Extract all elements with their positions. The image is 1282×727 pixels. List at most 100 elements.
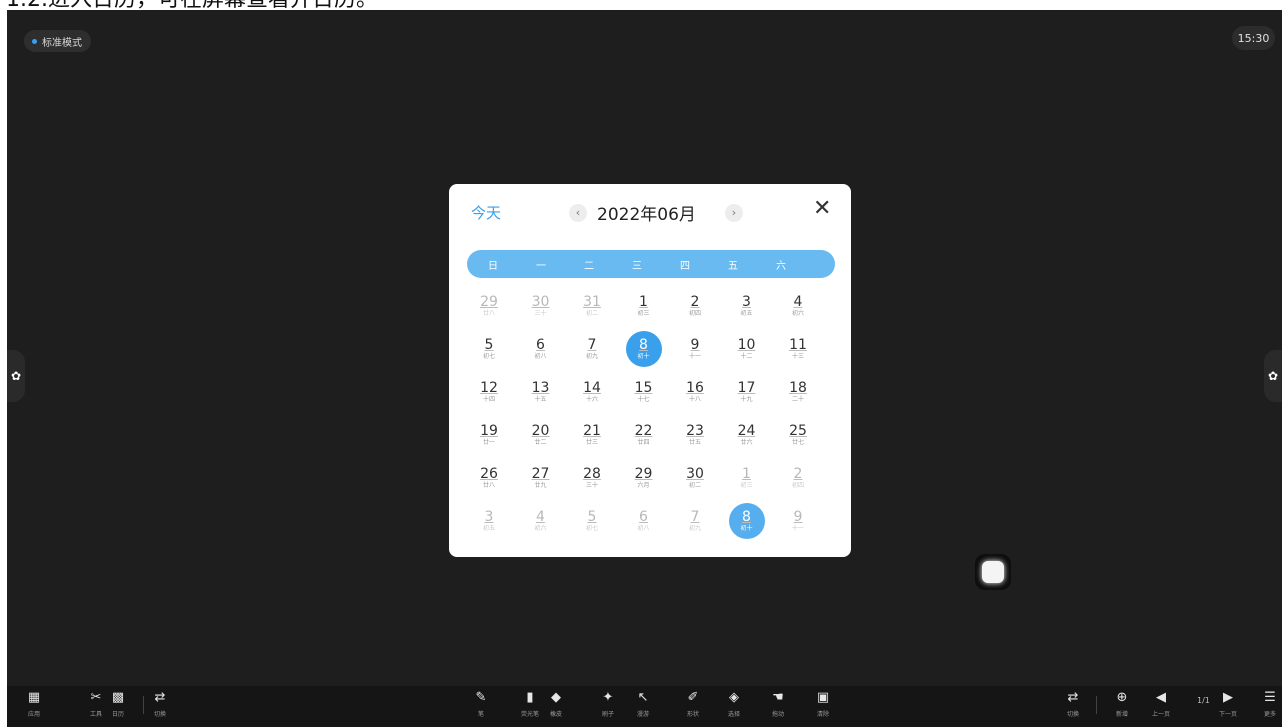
toolbar-label: 日历	[111, 711, 124, 718]
weekday-label: 三	[632, 260, 642, 272]
calendar-day[interactable]: 26 廿八	[469, 460, 509, 496]
calendar-day[interactable]: 12 十四	[469, 374, 509, 410]
calendar-day[interactable]: 2 初四	[778, 460, 818, 496]
lunar-date: 廿三	[585, 438, 598, 446]
calendar-day[interactable]: 6 初八	[624, 503, 664, 539]
menu-icon: ☰	[1264, 689, 1276, 705]
calendar-day[interactable]: 21 廿三	[572, 417, 612, 453]
calendar-day[interactable]: 31 初二	[572, 288, 612, 324]
day-number: 18	[789, 379, 807, 396]
left-settings-tab[interactable]: ✿	[7, 350, 25, 402]
calendar-day[interactable]: 14 十六	[572, 374, 612, 410]
calendar-day[interactable]: 1 初三	[624, 288, 664, 324]
brush-button[interactable]: ✦ 刷子	[595, 690, 621, 719]
pointer-button[interactable]: ↖ 漫游	[630, 690, 656, 719]
clock: 15:30	[1232, 26, 1275, 50]
toolbar-label: 笔	[477, 711, 484, 718]
calendar-day-selected[interactable]: 8 初十	[624, 331, 664, 367]
calendar-day[interactable]: 15 十七	[624, 374, 664, 410]
calendar-tool-button[interactable]: ▩ 日历	[105, 690, 131, 719]
highlighter-button[interactable]: ▮ 荧光笔	[517, 690, 543, 719]
trash-icon: ▣	[816, 689, 830, 705]
calendar-day[interactable]: 10 十二	[727, 331, 767, 367]
close-icon[interactable]: ✕	[813, 197, 831, 221]
lunar-date: 初四	[688, 309, 701, 317]
calendar-day[interactable]: 5 初七	[469, 331, 509, 367]
calendar-day[interactable]: 29 廿八	[469, 288, 509, 324]
toolbar-label: 切换	[1066, 711, 1079, 718]
toolbar-label: 下一页	[1218, 711, 1237, 718]
calendar-day[interactable]: 20 廿二	[521, 417, 561, 453]
right-settings-tab[interactable]: ✿	[1264, 350, 1282, 402]
pen-button[interactable]: ✎ 笔	[468, 690, 494, 719]
add-page-button[interactable]: ⊕ 新增	[1109, 690, 1135, 719]
shape-button[interactable]: ✐ 形状	[680, 690, 706, 719]
next-month-button[interactable]: ›	[725, 204, 743, 222]
prev-page-button[interactable]: ◀ 上一页	[1148, 690, 1174, 719]
clear-button[interactable]: ▣ 清除	[810, 689, 836, 719]
mode-indicator[interactable]: 标准模式	[24, 30, 91, 52]
calendar-day-selected[interactable]: 8 初十	[727, 503, 767, 539]
calendar-day[interactable]: 11 十三	[778, 331, 818, 367]
lunar-date: 初二	[688, 481, 701, 489]
calendar-day[interactable]: 28 三十	[572, 460, 612, 496]
calendar-day[interactable]: 3 初五	[469, 503, 509, 539]
lunar-date: 十八	[688, 395, 701, 403]
whiteboard-canvas[interactable]: 标准模式 15:30 ✿ ✿ 今天 ‹ 2022年06月 › ✕ 日 一 二 三…	[7, 10, 1282, 727]
lunar-date: 初五	[482, 524, 495, 532]
apps-button[interactable]: ▦ 应用	[21, 689, 47, 719]
calendar-day[interactable]: 9 十一	[675, 331, 715, 367]
grid-icon: ▦	[27, 689, 41, 705]
prev-month-button[interactable]: ‹	[569, 204, 587, 222]
calendar-day[interactable]: 24 廿六	[727, 417, 767, 453]
lunar-date: 初六	[534, 524, 547, 532]
lunar-date: 廿二	[534, 438, 547, 446]
calendar-day[interactable]: 6 初八	[521, 331, 561, 367]
select-button[interactable]: ◈ 选择	[721, 690, 747, 719]
calendar-day[interactable]: 4 初六	[778, 288, 818, 324]
calendar-day[interactable]: 13 十五	[521, 374, 561, 410]
today-button[interactable]: 今天	[471, 202, 501, 223]
calendar-day[interactable]: 7 初九	[572, 331, 612, 367]
day-number: 3	[484, 508, 494, 525]
day-number: 27	[531, 465, 550, 482]
calendar-day[interactable]: 23 廿五	[675, 417, 715, 453]
floating-assistive-button[interactable]	[975, 554, 1011, 590]
more-button[interactable]: ☰ 更多	[1257, 689, 1282, 719]
toolbar-label: 拖动	[771, 711, 784, 718]
day-number: 29	[634, 465, 653, 482]
next-page-button[interactable]: ▶ 下一页	[1215, 690, 1241, 719]
switch-side-button[interactable]: ⇄ 切换	[1060, 690, 1086, 719]
day-number: 9	[793, 508, 803, 525]
calendar-day[interactable]: 7 初九	[675, 503, 715, 539]
calendar-day[interactable]: 27 廿九	[521, 460, 561, 496]
lunar-date: 初四	[791, 481, 804, 489]
mode-label: 标准模式	[42, 37, 82, 49]
lunar-date: 十二	[740, 352, 753, 360]
calendar-day[interactable]: 30 三十	[521, 288, 561, 324]
day-number: 29	[480, 293, 498, 310]
calendar-day[interactable]: 25 廿七	[778, 417, 818, 453]
calendar-day[interactable]: 16 十八	[675, 374, 715, 410]
calendar-day[interactable]: 18 二十	[778, 374, 818, 410]
calendar-day[interactable]: 2 初四	[675, 288, 715, 324]
calendar-day[interactable]: 19 廿一	[469, 417, 509, 453]
lunar-date: 廿八	[482, 481, 495, 489]
calendar-day[interactable]: 29 六月	[624, 460, 664, 496]
day-number: 9	[690, 336, 700, 353]
calendar-day[interactable]: 4 初六	[521, 503, 561, 539]
lunar-date: 三十	[585, 481, 598, 489]
calendar-day[interactable]: 17 十九	[727, 374, 767, 410]
floating-ball-icon	[982, 561, 1004, 583]
eraser-button[interactable]: ◆ 橡皮	[543, 690, 569, 719]
calendar-day[interactable]: 1 初三	[727, 460, 767, 496]
calendar-day[interactable]: 3 初五	[727, 288, 767, 324]
lunar-date: 初二	[585, 309, 598, 317]
toolbar-label: 工具	[89, 711, 102, 718]
calendar-day[interactable]: 5 初七	[572, 503, 612, 539]
calendar-day[interactable]: 9 十一	[778, 503, 818, 539]
drag-button[interactable]: ☚ 拖动	[765, 690, 791, 719]
switch-button[interactable]: ⇄ 切换	[147, 690, 173, 719]
calendar-day[interactable]: 30 初二	[675, 460, 715, 496]
calendar-day[interactable]: 22 廿四	[624, 417, 664, 453]
